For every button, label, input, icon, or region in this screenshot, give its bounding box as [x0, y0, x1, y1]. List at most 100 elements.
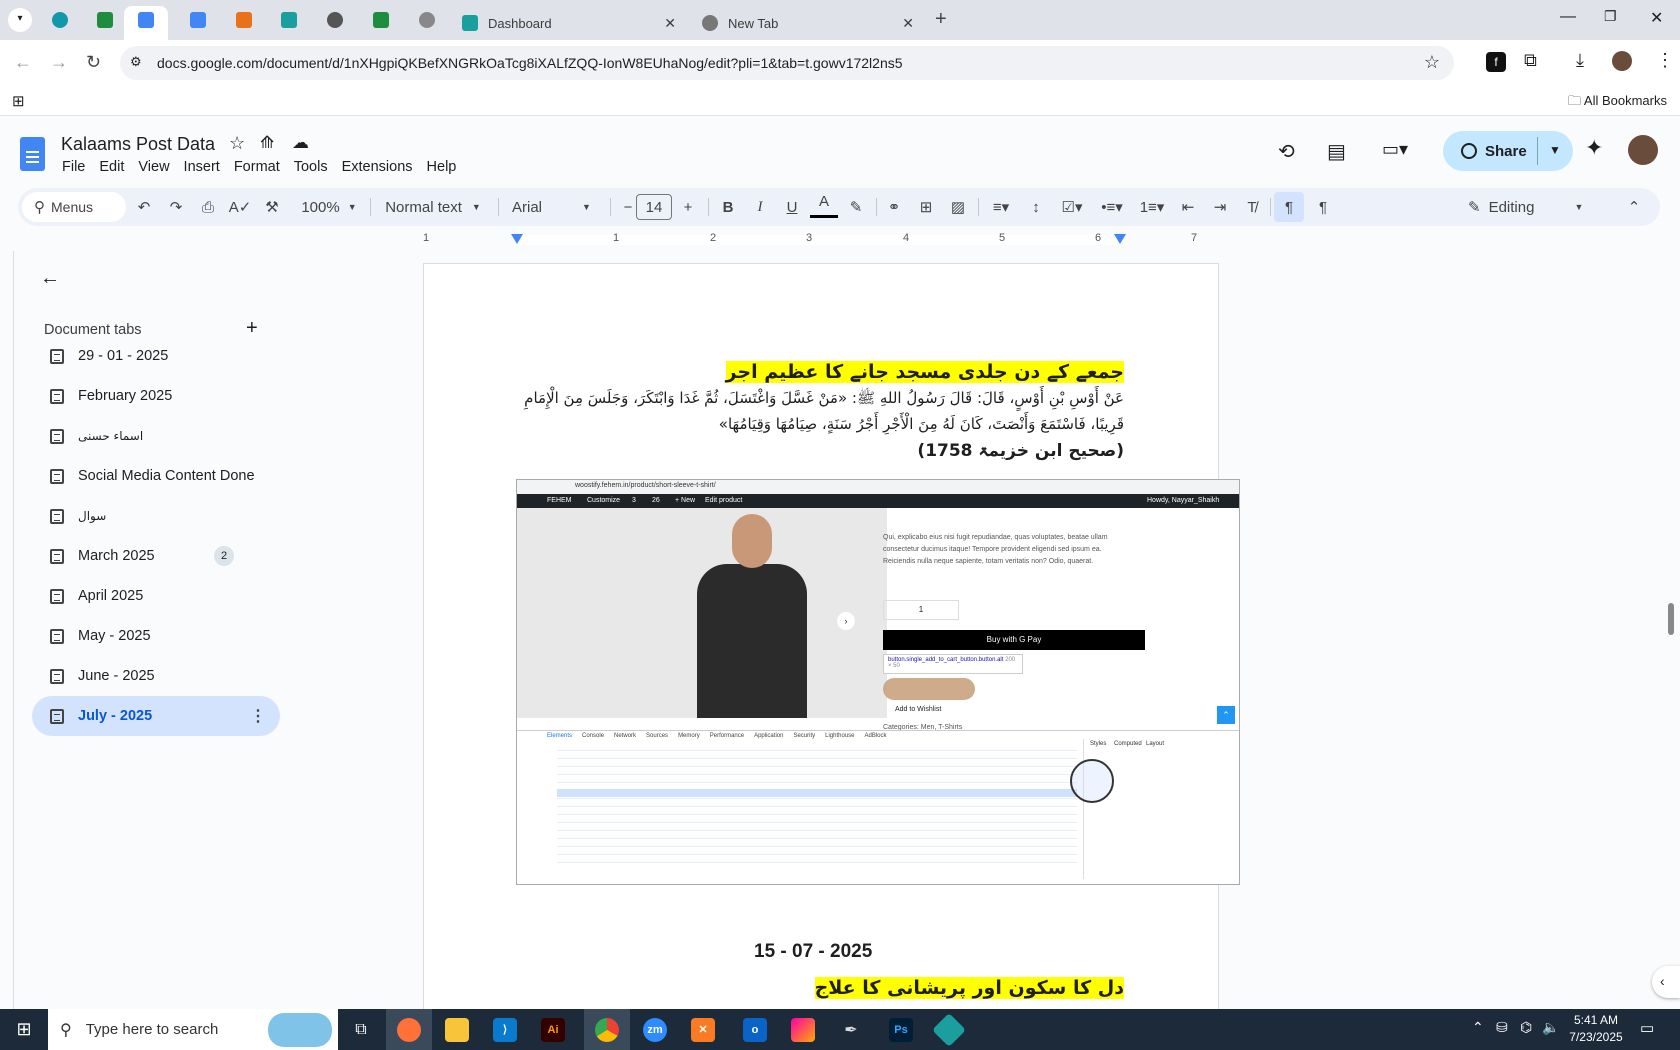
move-icon[interactable]: ⟰	[260, 133, 274, 153]
active-docs-tab[interactable]	[124, 6, 168, 40]
rtl-icon[interactable]: ¶	[1308, 188, 1338, 226]
apps-icon[interactable]: ⊞	[12, 92, 25, 110]
menu-edit[interactable]: Edit	[99, 159, 124, 175]
forward-icon[interactable]: →	[50, 52, 68, 73]
menu-view[interactable]: View	[138, 159, 169, 175]
download-icon[interactable]: ⤓	[1576, 50, 1584, 71]
close-icon[interactable]: ✕	[902, 15, 914, 32]
collapse-toolbar-icon[interactable]: ⌃	[1620, 188, 1648, 226]
menu-tools[interactable]: Tools	[294, 159, 328, 175]
taskbar-search[interactable]: ⚲ Type here to search	[48, 1009, 338, 1050]
zoom-taskbar-icon[interactable]: zm	[632, 1009, 678, 1050]
gemini-icon[interactable]: ✦	[1585, 135, 1603, 161]
docs-logo-icon[interactable]	[20, 137, 45, 171]
xampp-taskbar-icon[interactable]: ✕	[680, 1009, 726, 1050]
increase-indent-icon[interactable]: ⇥	[1206, 188, 1234, 226]
sidebar-item-tab[interactable]: اسماء حسنی	[32, 416, 280, 456]
new-tab-button[interactable]: +	[935, 8, 947, 31]
tab-favicon-icon[interactable]	[281, 12, 297, 28]
sheets-tab-icon[interactable]	[373, 12, 389, 28]
print-icon[interactable]: ⎙	[194, 188, 222, 226]
share-button[interactable]: Share ▼	[1443, 131, 1573, 171]
pen-tool-taskbar-icon[interactable]: ✒	[828, 1009, 874, 1050]
page-scrollbar[interactable]	[1664, 251, 1680, 1009]
bookmark-star-icon[interactable]: ☆	[1424, 52, 1440, 73]
embedded-screenshot-image[interactable]: woostify.fehem.in/product/short-sleeve-t…	[516, 479, 1240, 885]
globe-tab-icon[interactable]	[419, 12, 435, 28]
docs-tab-icon[interactable]	[190, 12, 206, 28]
chevron-down-icon[interactable]: ▼	[1549, 143, 1561, 157]
sidebar-item-tab[interactable]: سوال	[32, 496, 280, 536]
align-icon[interactable]: ≡▾	[984, 188, 1018, 226]
history-icon[interactable]: ⟲	[1278, 139, 1295, 164]
avatar[interactable]	[1628, 135, 1658, 165]
puzzle-icon[interactable]: ⧉	[1524, 50, 1537, 71]
menu-help[interactable]: Help	[427, 159, 457, 175]
increase-font-icon[interactable]: +	[676, 188, 700, 226]
close-icon[interactable]: ✕	[664, 15, 676, 32]
scrollbar-thumb[interactable]	[1668, 603, 1674, 635]
vertical-ruler[interactable]	[0, 251, 14, 1011]
sidebar-item-tab[interactable]: March 2025 2	[32, 536, 280, 576]
comments-icon[interactable]: ▤	[1327, 139, 1346, 164]
menu-format[interactable]: Format	[234, 159, 280, 175]
star-icon[interactable]: ☆	[229, 133, 245, 154]
wifi-icon[interactable]: ⌬	[1520, 1019, 1532, 1036]
outlook-taskbar-icon[interactable]: o	[732, 1009, 778, 1050]
start-button[interactable]: ⊞	[0, 1009, 48, 1050]
sidebar-item-tab[interactable]: April 2025	[32, 576, 280, 616]
chrome-taskbar-icon[interactable]	[584, 1009, 630, 1050]
link-icon[interactable]: ⚭	[880, 188, 908, 226]
sheets-tab-icon[interactable]	[97, 12, 113, 28]
underline-icon[interactable]: U	[778, 188, 806, 226]
sidebar-item-tab-active[interactable]: July - 2025 ⋮	[32, 696, 280, 736]
openai-tab-icon[interactable]	[327, 12, 343, 28]
spellcheck-icon[interactable]: A✓	[226, 188, 254, 226]
document-title[interactable]: Kalaams Post Data	[61, 134, 215, 155]
tab-dashboard[interactable]: Dashboard ✕	[452, 6, 684, 40]
show-hidden-icons[interactable]: ⌃	[1472, 1019, 1484, 1036]
firefox-taskbar-icon[interactable]	[386, 1009, 432, 1050]
menus-search[interactable]: ⚲ Menus	[22, 192, 126, 222]
cloud-status-icon[interactable]: ☁	[292, 133, 309, 153]
tab-favicon-icon[interactable]	[236, 12, 252, 28]
menu-extensions[interactable]: Extensions	[342, 159, 413, 175]
clear-formatting-icon[interactable]: T̸	[1238, 188, 1266, 226]
kebab-menu-icon[interactable]: ⋮	[1656, 50, 1674, 71]
site-info-icon[interactable]: ⚙	[130, 54, 142, 70]
numbered-list-icon[interactable]: 1≡▾	[1134, 188, 1170, 226]
task-view-icon[interactable]: ⧉	[338, 1009, 384, 1050]
menu-insert[interactable]: Insert	[184, 159, 220, 175]
ltr-icon[interactable]: ¶	[1274, 192, 1304, 222]
network-icon[interactable]: ⛁	[1496, 1019, 1508, 1036]
photos-taskbar-icon[interactable]	[780, 1009, 826, 1050]
decrease-indent-icon[interactable]: ⇤	[1174, 188, 1202, 226]
side-panel-toggle[interactable]: ‹	[1652, 966, 1680, 998]
zoom-select[interactable]: 100% ▼	[292, 188, 366, 226]
notification-icon[interactable]: ▭	[1640, 1019, 1654, 1037]
tab-new-tab[interactable]: New Tab ✕	[692, 6, 922, 40]
horizontal-ruler[interactable]: 1 1 2 3 4 5 6 7	[423, 231, 1218, 249]
all-bookmarks[interactable]: 🗀 All Bookmarks	[1568, 92, 1667, 114]
back-arrow-icon[interactable]: ←	[40, 267, 60, 290]
paint-format-icon[interactable]: ⚒	[258, 188, 286, 226]
sidebar-item-tab[interactable]: Social Media Content Done	[32, 456, 280, 496]
editing-mode-select[interactable]: ✎ Editing ▼	[1468, 188, 1598, 226]
vscode-taskbar-icon[interactable]: ⟩	[482, 1009, 528, 1050]
font-select[interactable]: Arial ▼	[506, 188, 602, 226]
font-size-input[interactable]: 14	[636, 194, 672, 220]
reload-icon[interactable]: ↻	[86, 52, 101, 73]
text-color-icon[interactable]: A	[810, 188, 838, 218]
restore-icon[interactable]: ❐	[1604, 8, 1617, 25]
tab-search-button[interactable]: ▾	[8, 8, 32, 32]
close-window-icon[interactable]: ✕	[1650, 8, 1663, 28]
meet-icon[interactable]: ▭▾	[1382, 139, 1408, 160]
bold-icon[interactable]: B	[714, 188, 742, 226]
add-comment-icon[interactable]: ⊞	[912, 188, 940, 226]
illustrator-taskbar-icon[interactable]: Ai	[530, 1009, 576, 1050]
checklist-icon[interactable]: ☑▾	[1054, 188, 1090, 226]
photoshop-taskbar-icon[interactable]: Ps	[878, 1009, 924, 1050]
menu-file[interactable]: File	[62, 159, 85, 175]
bulleted-list-icon[interactable]: •≡▾	[1094, 188, 1130, 226]
kebab-menu-icon[interactable]: ⋮	[250, 706, 266, 726]
